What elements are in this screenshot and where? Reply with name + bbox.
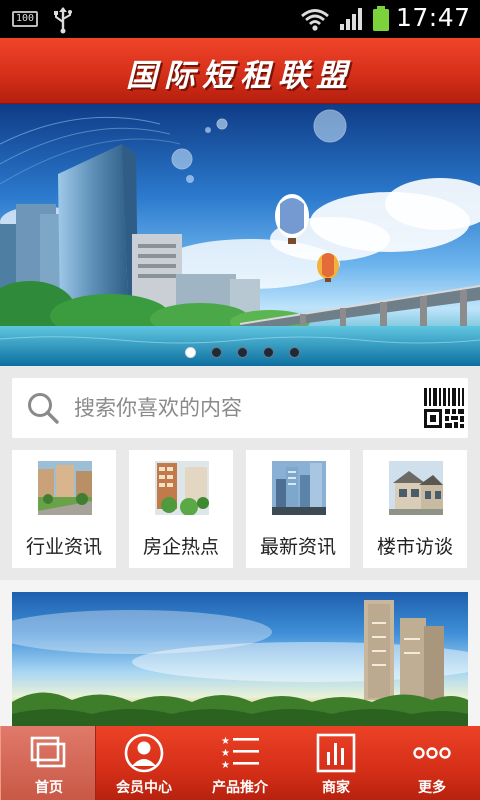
member-icon bbox=[124, 733, 164, 773]
bottom-navigation: 首页 会员中心 ★ ★ ★ 产品推介 商家 更多 bbox=[0, 726, 480, 800]
usb-icon bbox=[54, 7, 72, 34]
nav-more[interactable]: 更多 bbox=[384, 726, 480, 800]
merchant-icon bbox=[316, 733, 356, 773]
promo-banner[interactable] bbox=[12, 592, 468, 730]
battery-small-icon: 100 bbox=[12, 11, 38, 27]
page-title: 国际短租联盟 bbox=[126, 58, 354, 94]
category-label: 最新资讯 bbox=[259, 536, 336, 558]
app-screen: 100 17:47 国际短租联盟 搜索你喜欢的内容 行业资讯 房企热点 最新资讯… bbox=[0, 0, 480, 800]
category-label: 行业资讯 bbox=[25, 536, 102, 558]
home-icon bbox=[30, 736, 66, 768]
nav-label: 商家 bbox=[322, 780, 350, 796]
carousel-dot[interactable] bbox=[289, 347, 300, 358]
carousel-indicator bbox=[185, 347, 305, 361]
nav-member-center[interactable]: 会员中心 bbox=[96, 726, 192, 800]
nav-merchant[interactable]: 商家 bbox=[288, 726, 384, 800]
svg-text:★: ★ bbox=[221, 760, 230, 771]
developer-hot-thumbnail bbox=[155, 461, 209, 515]
more-icon bbox=[413, 747, 451, 759]
market-interview-thumbnail bbox=[389, 461, 443, 515]
category-label: 房企热点 bbox=[142, 536, 219, 558]
carousel-dot[interactable] bbox=[237, 347, 248, 358]
svg-text:★: ★ bbox=[221, 736, 230, 747]
product-list-icon: ★ ★ ★ bbox=[221, 736, 259, 771]
status-bar: 100 17:47 bbox=[0, 0, 480, 38]
app-header: 国际短租联盟 bbox=[0, 38, 480, 104]
search-bar[interactable] bbox=[12, 378, 468, 438]
latest-news-thumbnail bbox=[272, 461, 326, 515]
category-latest-news[interactable]: 最新资讯 bbox=[246, 450, 350, 568]
category-industry-news[interactable]: 行业资讯 bbox=[12, 450, 116, 568]
category-label: 楼市访谈 bbox=[376, 536, 453, 558]
carousel-dot[interactable] bbox=[211, 347, 222, 358]
banner-image bbox=[0, 109, 480, 366]
nav-label: 会员中心 bbox=[116, 780, 172, 796]
category-developer-hot[interactable]: 房企热点 bbox=[129, 450, 233, 568]
signal-icon bbox=[340, 8, 362, 30]
nav-label: 产品推介 bbox=[212, 780, 268, 796]
category-market-interview[interactable]: 楼市访谈 bbox=[363, 450, 467, 568]
status-time: 17:47 bbox=[396, 3, 471, 32]
industry-news-thumbnail bbox=[38, 461, 92, 515]
nav-label: 更多 bbox=[418, 780, 446, 796]
qr-code-icon[interactable] bbox=[422, 386, 466, 430]
nav-product-promotion[interactable]: ★ ★ ★ 产品推介 bbox=[192, 726, 288, 800]
carousel-dot[interactable] bbox=[185, 347, 196, 358]
carousel-dot[interactable] bbox=[263, 347, 274, 358]
search-input[interactable] bbox=[74, 392, 404, 424]
banner-carousel[interactable] bbox=[0, 104, 480, 366]
nav-label: 首页 bbox=[35, 780, 63, 796]
battery-icon bbox=[373, 6, 389, 31]
search-icon[interactable] bbox=[26, 391, 60, 425]
wifi-icon bbox=[301, 9, 329, 31]
svg-text:★: ★ bbox=[221, 748, 230, 759]
nav-home[interactable]: 首页 bbox=[0, 726, 96, 800]
promo-image bbox=[12, 600, 468, 730]
